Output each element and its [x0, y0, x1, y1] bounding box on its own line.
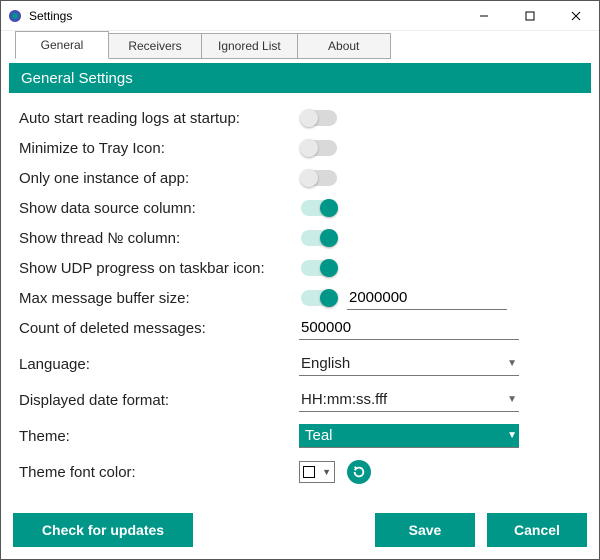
toggle-show-source[interactable]: [301, 200, 337, 216]
label-one-instance: Only one instance of app:: [19, 170, 299, 187]
toggle-show-udp[interactable]: [301, 260, 337, 276]
footer: Check for updates Save Cancel: [1, 511, 599, 559]
chevron-down-icon: ▼: [322, 467, 331, 477]
app-icon: [7, 8, 23, 24]
tab-ignored-list[interactable]: Ignored List: [201, 33, 298, 59]
dropdown-theme[interactable]: Teal ▼: [299, 424, 519, 448]
settings-body: Auto start reading logs at startup: Mini…: [1, 93, 599, 511]
toggle-one-instance[interactable]: [301, 170, 337, 186]
tab-bar: General Receivers Ignored List About: [1, 31, 599, 59]
input-max-buffer[interactable]: [347, 286, 507, 310]
maximize-button[interactable]: [507, 1, 553, 31]
chevron-down-icon: ▼: [507, 358, 517, 369]
tab-receivers[interactable]: Receivers: [108, 33, 202, 59]
label-auto-start: Auto start reading logs at startup:: [19, 110, 299, 127]
window-title: Settings: [29, 9, 72, 23]
toggle-auto-start[interactable]: [301, 110, 337, 126]
toggle-show-thread[interactable]: [301, 230, 337, 246]
close-button[interactable]: [553, 1, 599, 31]
settings-window: Settings General Receivers Ignored List …: [0, 0, 600, 560]
label-show-source: Show data source column:: [19, 200, 299, 217]
section-title: General Settings: [9, 63, 591, 93]
dropdown-language[interactable]: English ▼: [299, 352, 519, 376]
dropdown-date-format-value: HH:mm:ss.fff: [301, 391, 387, 408]
tab-about[interactable]: About: [297, 33, 391, 59]
toggle-max-buffer[interactable]: [301, 290, 337, 306]
check-updates-button[interactable]: Check for updates: [13, 513, 193, 547]
label-max-buffer: Max message buffer size:: [19, 290, 299, 307]
color-swatch-icon: [303, 466, 315, 478]
dropdown-theme-value: Teal: [305, 427, 333, 444]
label-show-udp: Show UDP progress on taskbar icon:: [19, 260, 299, 277]
color-picker-font[interactable]: ▼: [299, 461, 335, 483]
label-theme: Theme:: [19, 428, 299, 445]
input-deleted-count[interactable]: [299, 316, 519, 340]
label-minimize-tray: Minimize to Tray Icon:: [19, 140, 299, 157]
label-date-format: Displayed date format:: [19, 392, 299, 409]
dropdown-date-format[interactable]: HH:mm:ss.fff ▼: [299, 388, 519, 412]
label-show-thread: Show thread № column:: [19, 230, 299, 247]
save-button[interactable]: Save: [375, 513, 475, 547]
refresh-theme-button[interactable]: [347, 460, 371, 484]
dropdown-language-value: English: [301, 355, 350, 372]
label-theme-font-color: Theme font color:: [19, 464, 299, 481]
titlebar: Settings: [1, 1, 599, 31]
cancel-button[interactable]: Cancel: [487, 513, 587, 547]
toggle-minimize-tray[interactable]: [301, 140, 337, 156]
minimize-button[interactable]: [461, 1, 507, 31]
refresh-icon: [352, 465, 366, 479]
label-language: Language:: [19, 356, 299, 373]
label-deleted-count: Count of deleted messages:: [19, 320, 269, 337]
chevron-down-icon: ▼: [507, 430, 517, 441]
tab-general[interactable]: General: [15, 31, 109, 59]
chevron-down-icon: ▼: [507, 394, 517, 405]
